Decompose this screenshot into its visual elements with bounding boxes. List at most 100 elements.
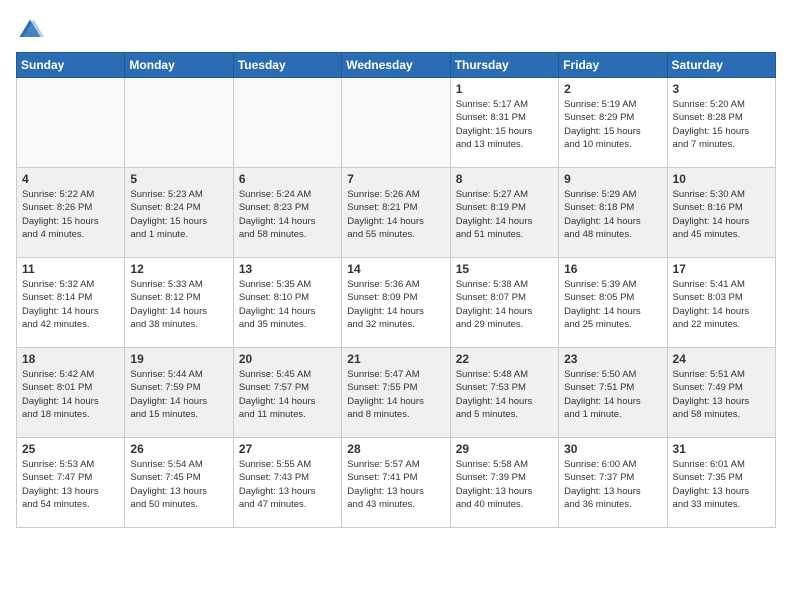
day-info: Sunrise: 6:00 AM Sunset: 7:37 PM Dayligh… [564,458,661,511]
calendar-cell: 17 Sunrise: 5:41 AM Sunset: 8:03 PM Dayli… [667,258,775,348]
day-info: Sunrise: 5:30 AM Sunset: 8:16 PM Dayligh… [673,188,770,241]
day-number: 26 [130,442,227,456]
header-day-tuesday: Tuesday [233,53,341,78]
calendar-cell: 25Sunrise: 5:53 AM Sunset: 7:47 PM Dayli… [17,438,125,528]
day-info: Sunrise: 5:45 AM Sunset: 7:57 PM Dayligh… [239,368,336,421]
calendar-cell: 18 Sunrise: 5:42 AM Sunset: 8:01 PM Dayli… [17,348,125,438]
logo-icon [16,16,44,44]
day-info: Sunrise: 5:55 AM Sunset: 7:43 PM Dayligh… [239,458,336,511]
day-info: Sunrise: 5:17 AM Sunset: 8:31 PM Dayligh… [456,98,553,151]
day-info: Sunrise: 5:20 AM Sunset: 8:28 PM Dayligh… [673,98,770,151]
calendar-cell: 26 Sunrise: 5:54 AM Sunset: 7:45 PM Dayli… [125,438,233,528]
day-info: Sunrise: 5:32 AM Sunset: 8:14 PM Dayligh… [22,278,119,331]
calendar-cell: 1 Sunrise: 5:17 AM Sunset: 8:31 PM Daylig… [450,78,558,168]
header-day-wednesday: Wednesday [342,53,450,78]
day-number: 25 [22,442,119,456]
day-number: 2 [564,82,661,96]
day-number: 3 [673,82,770,96]
header-day-friday: Friday [559,53,667,78]
day-info: Sunrise: 5:26 AM Sunset: 8:21 PM Dayligh… [347,188,444,241]
day-number: 15 [456,262,553,276]
day-number: 14 [347,262,444,276]
calendar-cell: 4 Sunrise: 5:22 AM Sunset: 8:26 PM Daylig… [17,168,125,258]
calendar-header: SundayMondayTuesdayWednesdayThursdayFrid… [17,53,776,78]
calendar-cell: 21 Sunrise: 5:47 AM Sunset: 7:55 PM Dayli… [342,348,450,438]
day-info: Sunrise: 5:22 AM Sunset: 8:26 PM Dayligh… [22,188,119,241]
day-number: 4 [22,172,119,186]
day-number: 7 [347,172,444,186]
calendar-cell: 29 Sunrise: 5:58 AM Sunset: 7:39 PM Dayli… [450,438,558,528]
day-info: Sunrise: 5:41 AM Sunset: 8:03 PM Dayligh… [673,278,770,331]
day-number: 23 [564,352,661,366]
header-day-thursday: Thursday [450,53,558,78]
logo [16,16,48,44]
header-day-monday: Monday [125,53,233,78]
calendar-cell: 24 Sunrise: 5:51 AM Sunset: 7:49 PM Dayli… [667,348,775,438]
day-number: 22 [456,352,553,366]
calendar-cell: 10 Sunrise: 5:30 AM Sunset: 8:16 PM Dayli… [667,168,775,258]
calendar-cell: 5 Sunrise: 5:23 AM Sunset: 8:24 PM Daylig… [125,168,233,258]
day-info: Sunrise: 5:33 AM Sunset: 8:12 PM Dayligh… [130,278,227,331]
calendar-cell: 12 Sunrise: 5:33 AM Sunset: 8:12 PM Dayli… [125,258,233,348]
day-info: Sunrise: 5:38 AM Sunset: 8:07 PM Dayligh… [456,278,553,331]
calendar-cell: 16 Sunrise: 5:39 AM Sunset: 8:05 PM Dayli… [559,258,667,348]
calendar-cell: 22 Sunrise: 5:48 AM Sunset: 7:53 PM Dayli… [450,348,558,438]
calendar-cell: 8 Sunrise: 5:27 AM Sunset: 8:19 PM Daylig… [450,168,558,258]
day-number: 27 [239,442,336,456]
day-number: 8 [456,172,553,186]
day-info: Sunrise: 5:44 AM Sunset: 7:59 PM Dayligh… [130,368,227,421]
day-info: Sunrise: 5:57 AM Sunset: 7:41 PM Dayligh… [347,458,444,511]
day-number: 13 [239,262,336,276]
calendar-cell: 31 Sunrise: 6:01 AM Sunset: 7:35 PM Dayli… [667,438,775,528]
calendar-cell: 28 Sunrise: 5:57 AM Sunset: 7:41 PM Dayli… [342,438,450,528]
day-number: 18 [22,352,119,366]
day-number: 28 [347,442,444,456]
day-number: 16 [564,262,661,276]
week-row-3: 11 Sunrise: 5:32 AM Sunset: 8:14 PM Dayli… [17,258,776,348]
header-day-sunday: Sunday [17,53,125,78]
calendar-cell: 19 Sunrise: 5:44 AM Sunset: 7:59 PM Dayli… [125,348,233,438]
day-number: 1 [456,82,553,96]
calendar-cell [233,78,341,168]
week-row-5: 25Sunrise: 5:53 AM Sunset: 7:47 PM Dayli… [17,438,776,528]
header-row: SundayMondayTuesdayWednesdayThursdayFrid… [17,53,776,78]
day-number: 11 [22,262,119,276]
week-row-2: 4 Sunrise: 5:22 AM Sunset: 8:26 PM Daylig… [17,168,776,258]
calendar-cell: 2 Sunrise: 5:19 AM Sunset: 8:29 PM Daylig… [559,78,667,168]
day-info: Sunrise: 5:39 AM Sunset: 8:05 PM Dayligh… [564,278,661,331]
day-number: 29 [456,442,553,456]
day-number: 31 [673,442,770,456]
calendar-cell: 6 Sunrise: 5:24 AM Sunset: 8:23 PM Daylig… [233,168,341,258]
day-info: Sunrise: 5:58 AM Sunset: 7:39 PM Dayligh… [456,458,553,511]
day-info: Sunrise: 5:51 AM Sunset: 7:49 PM Dayligh… [673,368,770,421]
calendar-cell: 15 Sunrise: 5:38 AM Sunset: 8:07 PM Dayli… [450,258,558,348]
day-number: 10 [673,172,770,186]
day-info: Sunrise: 5:42 AM Sunset: 8:01 PM Dayligh… [22,368,119,421]
day-number: 21 [347,352,444,366]
day-number: 9 [564,172,661,186]
week-row-1: 1 Sunrise: 5:17 AM Sunset: 8:31 PM Daylig… [17,78,776,168]
day-info: Sunrise: 5:48 AM Sunset: 7:53 PM Dayligh… [456,368,553,421]
day-number: 19 [130,352,227,366]
calendar-cell: 27 Sunrise: 5:55 AM Sunset: 7:43 PM Dayli… [233,438,341,528]
calendar-cell: 3 Sunrise: 5:20 AM Sunset: 8:28 PM Daylig… [667,78,775,168]
day-info: Sunrise: 5:24 AM Sunset: 8:23 PM Dayligh… [239,188,336,241]
day-info: Sunrise: 5:19 AM Sunset: 8:29 PM Dayligh… [564,98,661,151]
day-info: Sunrise: 5:27 AM Sunset: 8:19 PM Dayligh… [456,188,553,241]
day-info: Sunrise: 5:47 AM Sunset: 7:55 PM Dayligh… [347,368,444,421]
day-info: Sunrise: 5:29 AM Sunset: 8:18 PM Dayligh… [564,188,661,241]
week-row-4: 18 Sunrise: 5:42 AM Sunset: 8:01 PM Dayli… [17,348,776,438]
day-number: 12 [130,262,227,276]
calendar-table: SundayMondayTuesdayWednesdayThursdayFrid… [16,52,776,528]
day-info: Sunrise: 5:23 AM Sunset: 8:24 PM Dayligh… [130,188,227,241]
day-info: Sunrise: 5:54 AM Sunset: 7:45 PM Dayligh… [130,458,227,511]
day-number: 24 [673,352,770,366]
day-number: 6 [239,172,336,186]
calendar-cell: 14Sunrise: 5:36 AM Sunset: 8:09 PM Dayli… [342,258,450,348]
calendar-body: 1 Sunrise: 5:17 AM Sunset: 8:31 PM Daylig… [17,78,776,528]
day-info: Sunrise: 5:50 AM Sunset: 7:51 PM Dayligh… [564,368,661,421]
day-number: 17 [673,262,770,276]
day-info: Sunrise: 6:01 AM Sunset: 7:35 PM Dayligh… [673,458,770,511]
day-number: 5 [130,172,227,186]
calendar-cell [17,78,125,168]
